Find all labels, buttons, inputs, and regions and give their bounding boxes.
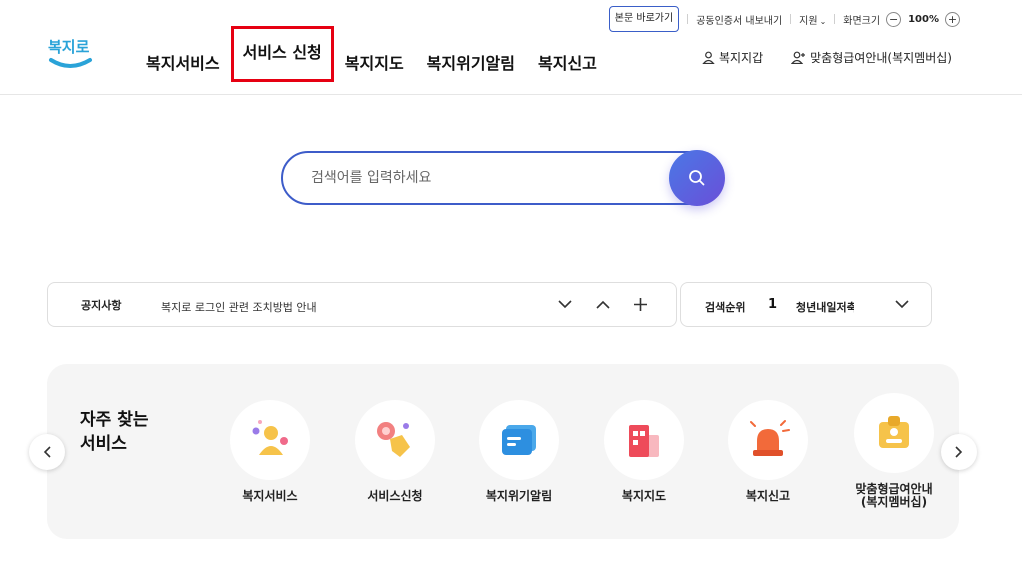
welfare-wallet-link[interactable]: 복지지갑 [702,49,763,66]
service-icon-wrap [728,400,808,480]
notice-bar: 공지사항 복지로 로그인 관련 조치방법 안내 [47,282,677,327]
screen-size-label: 화면크기 [843,15,881,27]
ranking-keyword[interactable]: 청년내일저축 [796,299,854,315]
certificate-export-link[interactable]: 공동인증서 내보내기 [696,12,782,27]
search-icon [689,170,705,186]
title-line: 서비스 [80,434,127,454]
notice-item[interactable]: 복지로 로그인 관련 조치방법 안내 [161,299,317,315]
id-badge-icon [879,416,909,448]
utility-bar: 본문 바로가기 공동인증서 내보내기 지원 ⌄ 화면크기 − 100% + [608,6,960,32]
nav-service-application[interactable]: 서비스 신청 [230,26,334,82]
support-menu[interactable]: 지원 ⌄ [799,12,826,27]
zoom-in-button[interactable]: + [945,11,960,27]
chevron-right-icon [955,446,963,458]
svg-text:복지로: 복지로 [48,38,90,56]
service-label: 복지위기알림 [485,489,553,503]
skip-to-content-link[interactable]: 본문 바로가기 [608,6,680,32]
search-box [281,150,725,206]
support-label: 지원 [799,15,818,27]
service-icon-wrap [479,400,559,480]
nav-welfare-map[interactable]: 복지지도 [345,50,404,74]
service-icon-wrap [355,400,435,480]
person-icon [252,420,288,455]
service-item-welfare-report[interactable]: 복지신고 [706,400,830,503]
service-label: 서비스신청 [367,489,423,503]
main-navigation: 복지서비스 서비스 신청 복지지도 복지위기알림 복지신고 [146,26,620,82]
bokjiro-logo-icon: 복지로 [48,38,92,68]
hand-touch-icon [377,422,410,457]
service-item-welfare-map[interactable]: 복지지도 [582,400,706,503]
zoom-out-button[interactable]: − [886,11,902,27]
user-icon [702,51,715,64]
notice-more-button[interactable] [629,293,651,315]
message-icon [502,425,536,455]
chevron-up-icon [596,300,610,309]
service-label: 맞춤형급여안내 (복지멤버십) [832,483,956,509]
title-line: 자주 찾는 [80,410,149,430]
membership-label: 맞춤형급여안내(복지멤버십) [810,51,952,65]
nav-welfare-report[interactable]: 복지신고 [538,50,597,74]
frequent-services-title: 자주 찾는 서비스 [80,408,148,456]
chevron-down-icon: ⌄ [819,16,827,26]
service-icon-wrap [604,400,684,480]
ranking-number: 1 [768,297,778,312]
header-divider [0,94,1022,95]
divider [790,14,792,24]
user-plus-icon [791,51,806,64]
nav-welfare-services[interactable]: 복지서비스 [146,50,220,74]
membership-link[interactable]: 맞춤형급여안내(복지멤버십) [791,49,952,66]
header-right-links: 복지지갑 맞춤형급여안내(복지멤버십) [674,49,952,66]
chevron-down-icon [895,299,909,308]
service-item-service-application[interactable]: 서비스신청 [333,400,457,503]
notice-next-button[interactable] [554,293,576,315]
ranking-expand-button[interactable] [891,293,913,315]
service-icon-wrap [854,393,934,473]
nav-crisis-alert[interactable]: 복지위기알림 [427,50,515,74]
notice-label: 공지사항 [81,299,122,312]
zoom-level: 100% [908,13,939,25]
minus-icon: − [888,12,899,26]
service-label: 복지서비스 [242,489,298,503]
service-label: 복지지도 [621,489,667,503]
carousel-prev-button[interactable] [29,434,65,470]
service-item-crisis-alert[interactable]: 복지위기알림 [457,400,581,503]
search-ranking: 검색순위 1 청년내일저축 [680,282,932,327]
chevron-left-icon [43,446,51,458]
search-input[interactable] [311,167,671,189]
divider [687,14,689,24]
notice-prev-button[interactable] [592,293,614,315]
search-button[interactable] [669,150,725,206]
logo[interactable]: 복지로 [46,32,94,74]
welfare-wallet-label: 복지지갑 [718,51,764,65]
service-item-welfare-services[interactable]: 복지서비스 [208,400,332,503]
service-icon-wrap [230,400,310,480]
service-item-membership[interactable]: 맞춤형급여안내 (복지멤버십) [832,393,956,509]
service-label: 복지신고 [745,489,791,503]
service-label-line: (복지멤버십) [860,495,928,509]
ranking-label: 검색순위 [705,301,746,314]
chevron-down-icon [558,299,572,308]
divider [834,14,836,24]
siren-icon [750,420,790,456]
building-icon [629,425,659,457]
plus-icon [633,297,647,311]
plus-icon: + [947,12,958,26]
